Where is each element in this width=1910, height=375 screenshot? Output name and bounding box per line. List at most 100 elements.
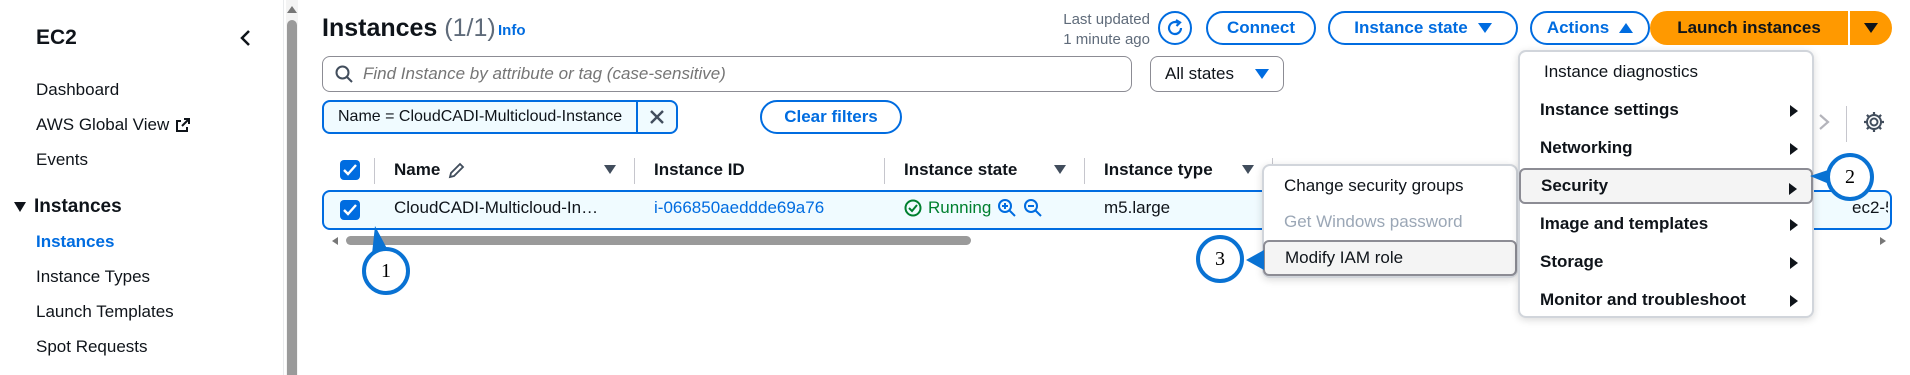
menu-item-label: Networking [1540,138,1633,157]
callout-3: 3 [1196,235,1244,283]
search-input[interactable] [363,64,1103,84]
menu-item-instance-diagnostics[interactable]: Instance diagnostics [1520,54,1812,90]
caret-right-icon [1790,143,1798,155]
pencil-icon [449,162,465,179]
sidebar-item-launch-templates[interactable]: Launch Templates [36,302,174,322]
horizontal-scrollbar-thumb[interactable] [346,236,971,245]
scroll-right-arrow-icon[interactable] [1880,237,1886,245]
instance-state-label: Instance state [1354,18,1468,37]
column-header-name[interactable]: Name [394,158,466,182]
caret-right-icon [1790,257,1798,269]
caret-right-icon [1789,183,1797,195]
launch-instances-button[interactable]: Launch instances [1650,11,1848,45]
sort-down-icon[interactable] [604,165,616,174]
column-header-instance-type[interactable]: Instance type [1104,158,1213,182]
sidebar-item-events[interactable]: Events [36,150,88,170]
caret-right-icon [1790,295,1798,307]
caret-down-icon [1864,23,1878,33]
refresh-icon [1167,19,1183,36]
cell-public-dns: ec2-5 [1852,198,1888,217]
search-icon [335,65,353,83]
menu-item-instance-settings[interactable]: Instance settings [1520,92,1812,128]
external-link-icon [176,118,191,132]
menu-item-image-and-templates[interactable]: Image and templates [1520,206,1812,242]
remove-filter-button[interactable] [638,102,676,132]
state-label: Running [928,198,992,217]
instance-count: (1/1) [444,14,496,42]
scroll-left-arrow-icon[interactable] [332,237,338,245]
sidebar-section-label: Instances [34,196,122,217]
refresh-button[interactable] [1158,11,1192,45]
instance-state-button[interactable]: Instance state [1328,11,1518,45]
column-separator[interactable] [634,158,635,184]
connect-button[interactable]: Connect [1206,11,1316,45]
instance-id-link[interactable]: i-066850aeddde69a76 [654,198,824,218]
row-checkbox[interactable] [340,200,360,220]
caret-up-icon [1619,23,1634,33]
menu-item-modify-iam-role[interactable]: Modify IAM role [1263,240,1517,276]
last-updated-time: 1 minute ago [1063,31,1150,48]
actions-label: Actions [1546,18,1610,37]
gear-icon[interactable] [1862,110,1886,134]
menu-item-get-windows-password: Get Windows password [1284,212,1463,231]
column-separator[interactable] [374,158,375,184]
menu-item-label: Security [1541,176,1609,195]
menu-item-monitor-and-troubleshoot[interactable]: Monitor and troubleshoot [1520,282,1812,318]
sidebar-item-instances[interactable]: Instances [36,232,114,252]
caret-down-icon [1477,23,1492,33]
states-select[interactable]: All states [1150,56,1284,92]
sidebar-title: EC2 [36,26,77,49]
sidebar-item-label: AWS Global View [36,115,170,134]
sidebar-item-spot-requests[interactable]: Spot Requests [36,337,148,357]
select-all-checkbox[interactable] [340,160,360,180]
cell-state: Running [904,198,1043,218]
actions-menu: Instance diagnostics Instance settings N… [1518,50,1814,318]
sidebar-scrollbar-thumb[interactable] [287,20,297,375]
states-select-value: All states [1165,64,1234,83]
callout-1: 1 [362,247,410,295]
caret-right-icon [1790,105,1798,117]
zoom-out-icon[interactable] [1023,198,1043,218]
column-separator[interactable] [884,158,885,184]
sidebar: EC2 Dashboard AWS Global View Events Ins… [0,0,284,375]
sidebar-section-instances[interactable]: Instances [14,196,122,218]
sidebar-item-dashboard[interactable]: Dashboard [36,80,119,100]
last-updated-label: Last updated [1063,11,1150,28]
caret-down-icon [14,202,26,212]
caret-right-icon [1790,219,1798,231]
menu-item-label: Monitor and troubleshoot [1540,290,1746,309]
launch-dropdown-button[interactable] [1850,11,1892,45]
filter-token[interactable]: Name = CloudCADI-Multicloud-Instance [322,100,679,134]
column-header-instance-id[interactable]: Instance ID [654,158,745,182]
check-icon [343,204,357,216]
last-updated: Last updated 1 minute ago [1040,10,1150,50]
divider [1846,106,1847,142]
column-separator[interactable] [1084,158,1085,184]
info-link[interactable]: Info [498,22,526,39]
cell-name: CloudCADI-Multicloud-In… [394,198,599,217]
sidebar-item-instance-types[interactable]: Instance Types [36,267,150,287]
status-ok-icon [904,199,922,217]
actions-button[interactable]: Actions [1530,11,1650,45]
menu-item-storage[interactable]: Storage [1520,244,1812,280]
clear-filters-button[interactable]: Clear filters [760,100,902,134]
sidebar-item-global-view[interactable]: AWS Global View [36,115,191,135]
zoom-in-icon[interactable] [997,198,1017,218]
chevron-right-icon[interactable] [1818,113,1830,131]
page-title-text: Instances [322,14,438,42]
callout-2: 2 [1826,153,1874,201]
close-icon [650,110,664,124]
menu-item-label: Storage [1540,252,1604,271]
menu-item-change-security-groups[interactable]: Change security groups [1264,168,1516,204]
cell-instance-type: m5.large [1104,198,1171,217]
scroll-up-arrow-icon[interactable] [287,6,297,13]
caret-down-icon [1255,69,1269,79]
search-bar[interactable] [322,56,1132,92]
sort-down-icon[interactable] [1242,165,1254,174]
chevron-left-icon[interactable] [234,26,258,50]
filter-token-text: Name = CloudCADI-Multicloud-Instance [324,102,639,132]
menu-item-security[interactable]: Security [1519,168,1813,204]
sort-down-icon[interactable] [1054,165,1066,174]
menu-item-networking[interactable]: Networking [1520,130,1812,166]
column-header-instance-state[interactable]: Instance state [904,158,1017,182]
